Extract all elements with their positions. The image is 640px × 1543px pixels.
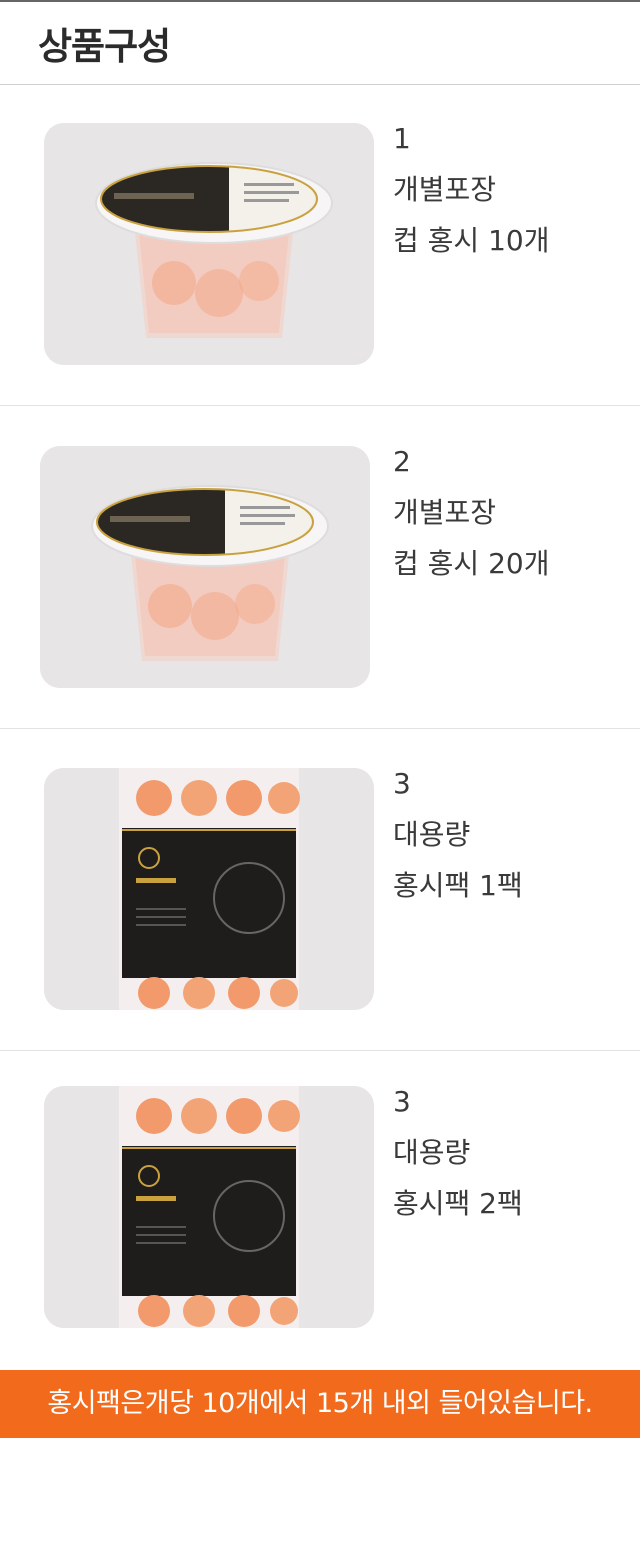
product-option-1: 1 개별포장 컵 홍시 10개: [0, 85, 640, 406]
hongsi-pack-photo: [44, 768, 374, 1010]
option-desc: 홍시팩 1팩: [393, 869, 523, 902]
option-type: 대용량: [393, 1136, 471, 1169]
hongsi-pack-photo: [44, 1086, 374, 1328]
section-title: 상품구성: [38, 25, 171, 68]
option-number: 3: [393, 767, 411, 800]
option-type: 대용량: [393, 818, 471, 851]
cup-hongsi-photo: [40, 446, 370, 688]
option-type: 개별포장: [393, 173, 497, 206]
product-option-text: 1 개별포장 컵 홍시 10개: [393, 113, 549, 266]
section-header: 상품구성: [0, 2, 640, 85]
cup-hongsi-photo: [44, 123, 374, 365]
product-option-3: 3 대용량 홍시팩 1팩: [0, 730, 640, 1051]
product-option-4: 3 대용량 홍시팩 2팩: [0, 1048, 640, 1368]
option-number: 2: [393, 445, 411, 478]
product-option-2: 2 개별포장 컵 홍시 20개: [0, 408, 640, 729]
product-option-text: 3 대용량 홍시팩 2팩: [393, 1076, 523, 1229]
option-number: 3: [393, 1085, 411, 1118]
option-desc: 홍시팩 2팩: [393, 1187, 523, 1220]
option-desc: 컵 홍시 20개: [393, 547, 550, 580]
product-option-text: 2 개별포장 컵 홍시 20개: [393, 436, 549, 589]
notice-banner: 홍시팩은개당 10개에서 15개 내외 들어있습니다.: [0, 1370, 640, 1438]
option-type: 개별포장: [393, 496, 497, 529]
option-number: 1: [393, 122, 411, 155]
product-option-text: 3 대용량 홍시팩 1팩: [393, 758, 523, 911]
option-desc: 컵 홍시 10개: [393, 224, 550, 257]
